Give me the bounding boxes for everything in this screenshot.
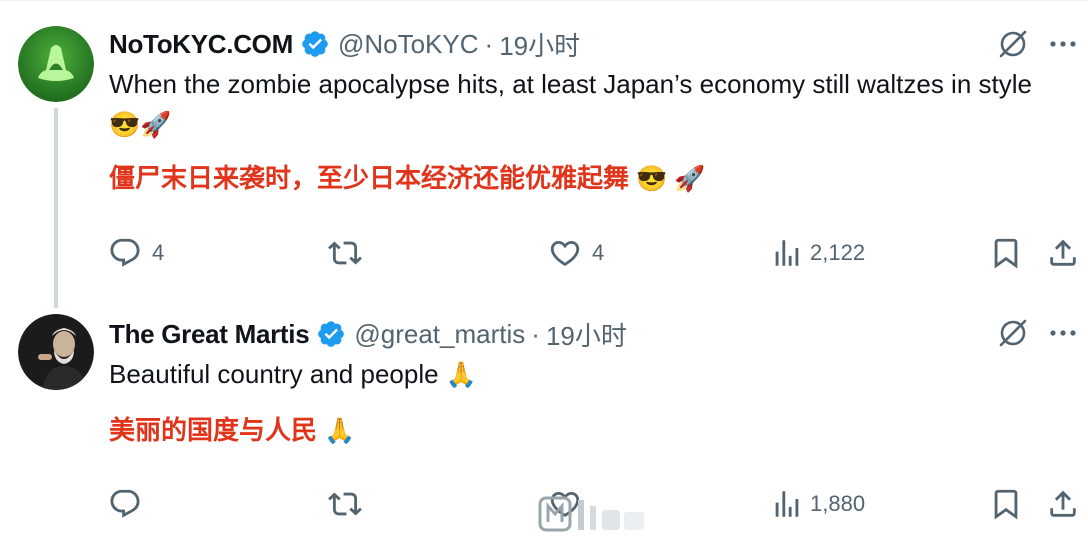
- tweet-text: Beautiful country and people 🙏: [109, 354, 1069, 395]
- more-options-icon[interactable]: [1046, 316, 1080, 350]
- separator-dot: ·: [484, 28, 494, 59]
- translation-body: 僵尸末日来袭时，至少日本经济还能优雅起舞: [109, 163, 630, 193]
- views-button[interactable]: 2,122: [770, 233, 865, 273]
- timestamp[interactable]: 19小时: [499, 26, 580, 63]
- translation-text: 美丽的国度与人民 🙏: [109, 410, 355, 451]
- bookmark-button[interactable]: [989, 233, 1023, 273]
- timestamp[interactable]: 19小时: [546, 316, 627, 353]
- verified-badge-icon: [302, 31, 328, 57]
- translation-body: 美丽的国度与人民: [109, 415, 318, 445]
- portrait-photo-icon: [18, 314, 94, 390]
- tweet-2[interactable]: The Great Martis @great_martis · 19小时 Be…: [0, 292, 1088, 544]
- avatar[interactable]: [18, 314, 94, 390]
- reply-icon: [110, 489, 140, 518]
- tweet-emoji: 😎🚀: [109, 111, 172, 139]
- share-icon: [1050, 239, 1076, 266]
- share-icon: [1050, 490, 1076, 517]
- translation-text: 僵尸末日来袭时，至少日本经济还能优雅起舞 😎 🚀: [109, 158, 705, 199]
- views-icon: [775, 240, 799, 266]
- green-hood-logo-icon: [18, 26, 94, 102]
- reply-button[interactable]: [108, 484, 152, 524]
- handle[interactable]: @NoToKYC: [338, 29, 479, 60]
- share-button[interactable]: [1046, 233, 1080, 273]
- tweet-header: NoToKYC.COM @NoToKYC · 19小时: [109, 26, 580, 62]
- bookmark-icon: [994, 489, 1018, 520]
- views-button[interactable]: 1,880: [770, 484, 865, 524]
- translation-emoji: 😎 🚀: [636, 165, 706, 193]
- retweet-icon: [328, 241, 362, 265]
- tweet-text: When the zombie apocalypse hits, at leas…: [109, 64, 1069, 145]
- retweet-icon: [328, 492, 362, 516]
- reply-button[interactable]: 4: [108, 233, 164, 273]
- retweet-button[interactable]: [328, 484, 372, 524]
- separator-dot: ·: [531, 318, 540, 349]
- reply-count: 4: [152, 240, 165, 265]
- bookmark-icon: [994, 238, 1018, 269]
- action-bar: 4 4 2,122: [0, 233, 1088, 273]
- tweet-emoji: 🙏: [445, 361, 477, 389]
- views-count: 2,122: [810, 240, 866, 265]
- bookmark-button[interactable]: [989, 484, 1023, 524]
- grok-icon[interactable]: [996, 27, 1030, 61]
- views-icon: [775, 491, 799, 517]
- views-count: 1,880: [810, 491, 866, 516]
- heart-icon: [550, 240, 580, 266]
- display-name[interactable]: The Great Martis: [109, 319, 310, 350]
- watermark-logo: [538, 496, 644, 532]
- tweet-text-body: When the zombie apocalypse hits, at leas…: [109, 69, 1032, 99]
- thread-line: [54, 108, 58, 308]
- grok-icon[interactable]: [996, 316, 1030, 350]
- like-count: 4: [592, 240, 605, 265]
- more-options-icon[interactable]: [1046, 27, 1080, 61]
- verified-badge-icon: [318, 321, 345, 347]
- avatar[interactable]: [18, 26, 94, 102]
- tweet-header: The Great Martis @great_martis · 19小时: [109, 316, 627, 352]
- reply-icon: [110, 238, 140, 267]
- tweet-text-body: Beautiful country and people: [109, 359, 439, 389]
- handle[interactable]: @great_martis: [354, 319, 525, 350]
- like-button[interactable]: 4: [548, 233, 604, 273]
- share-button[interactable]: [1046, 484, 1080, 524]
- retweet-button[interactable]: [328, 233, 372, 273]
- display-name[interactable]: NoToKYC.COM: [109, 29, 293, 60]
- tweet-1[interactable]: NoToKYC.COM @NoToKYC · 19小时 When the zom…: [0, 0, 1088, 308]
- translation-emoji: 🙏: [324, 417, 356, 445]
